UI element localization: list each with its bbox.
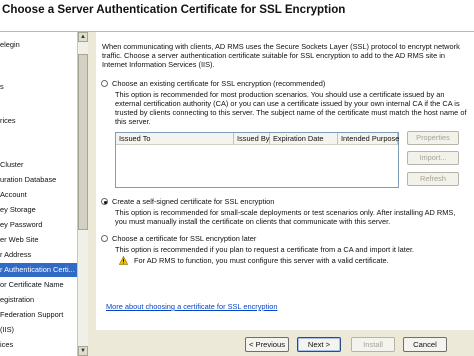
- sidebar-item[interactable]: Federation Support: [0, 308, 77, 322]
- existing-cert-radio[interactable]: [101, 80, 108, 87]
- cert-later-label[interactable]: Choose a certificate for SSL encryption …: [112, 234, 256, 243]
- chevron-down-icon: ▼: [80, 348, 86, 354]
- scroll-thumb[interactable]: [78, 54, 88, 230]
- sidebar-item[interactable]: r Address: [0, 248, 77, 262]
- column-header-issued-by[interactable]: Issued By: [234, 133, 270, 144]
- sidebar-item[interactable]: uration Database: [0, 173, 77, 187]
- self-signed-cert-label[interactable]: Create a self-signed certificate for SSL…: [112, 197, 274, 206]
- sidebar-item-ssl-certificate[interactable]: r Authentication Certi...: [0, 263, 77, 277]
- sidebar-scrollbar[interactable]: ▲ ▼: [77, 32, 88, 356]
- options-panel: When communicating with clients, AD RMS …: [96, 32, 474, 330]
- self-signed-cert-radio[interactable]: [101, 198, 108, 205]
- intro-text: When communicating with clients, AD RMS …: [102, 42, 460, 69]
- column-header-expiration-date[interactable]: Expiration Date: [270, 133, 338, 144]
- more-info-link[interactable]: More about choosing a certificate for SS…: [106, 302, 277, 311]
- table-header: Issued To Issued By Expiration Date Inte…: [116, 133, 399, 145]
- sidebar-item[interactable]: Account: [0, 188, 77, 202]
- wizard-header: Choose a Server Authentication Certifica…: [0, 0, 474, 32]
- sidebar-item[interactable]: (IIS): [0, 323, 77, 337]
- sidebar-item[interactable]: [0, 53, 77, 67]
- sidebar-item[interactable]: ices: [0, 338, 77, 352]
- column-header-issued-to[interactable]: Issued To: [116, 133, 234, 144]
- install-button[interactable]: Install: [351, 337, 395, 352]
- warning-text: For AD RMS to function, you must configu…: [134, 256, 389, 265]
- scroll-down-button[interactable]: ▼: [78, 346, 88, 356]
- sidebar-item[interactable]: s: [0, 80, 77, 94]
- previous-button[interactable]: < Previous: [245, 337, 289, 352]
- existing-cert-label[interactable]: Choose an existing certificate for SSL e…: [112, 79, 325, 88]
- sidebar-item[interactable]: Cluster: [0, 158, 77, 172]
- sidebar-item[interactable]: ey Password: [0, 218, 77, 232]
- page-title: Choose a Server Authentication Certifica…: [2, 3, 346, 16]
- sidebar-item[interactable]: elegin: [0, 38, 77, 52]
- column-header-intended-purpose[interactable]: Intended Purpose: [338, 133, 399, 144]
- self-signed-cert-description: This option is recommended for small-sca…: [115, 208, 456, 226]
- next-button[interactable]: Next >: [297, 337, 341, 352]
- sidebar-item[interactable]: or Certificate Name: [0, 278, 77, 292]
- sidebar-item[interactable]: er Web Site: [0, 233, 77, 247]
- cert-later-radio[interactable]: [101, 235, 108, 242]
- sidebar-item[interactable]: rices: [0, 114, 77, 128]
- sidebar-item[interactable]: [0, 352, 77, 356]
- wizard-content: When communicating with clients, AD RMS …: [89, 32, 474, 356]
- refresh-button[interactable]: Refresh: [407, 172, 459, 186]
- sidebar-item[interactable]: [0, 98, 77, 112]
- cert-later-description: This option is recommended if you plan t…: [115, 245, 415, 254]
- sidebar-item[interactable]: ey Storage: [0, 203, 77, 217]
- properties-button[interactable]: Properties: [407, 131, 459, 145]
- chevron-up-icon: ▲: [80, 34, 86, 40]
- scroll-up-button[interactable]: ▲: [78, 32, 88, 42]
- sidebar-item[interactable]: [0, 130, 77, 144]
- sidebar-item[interactable]: egistration: [0, 293, 77, 307]
- certificate-table[interactable]: Issued To Issued By Expiration Date Inte…: [115, 132, 399, 188]
- import-button[interactable]: Import...: [407, 151, 459, 165]
- warning-icon: [119, 256, 128, 265]
- cancel-button[interactable]: Cancel: [403, 337, 447, 352]
- wizard-steps-sidebar: elegin s rices rices Cluster uration Dat…: [0, 32, 77, 356]
- existing-cert-description: This option is recommended for most prod…: [115, 90, 467, 126]
